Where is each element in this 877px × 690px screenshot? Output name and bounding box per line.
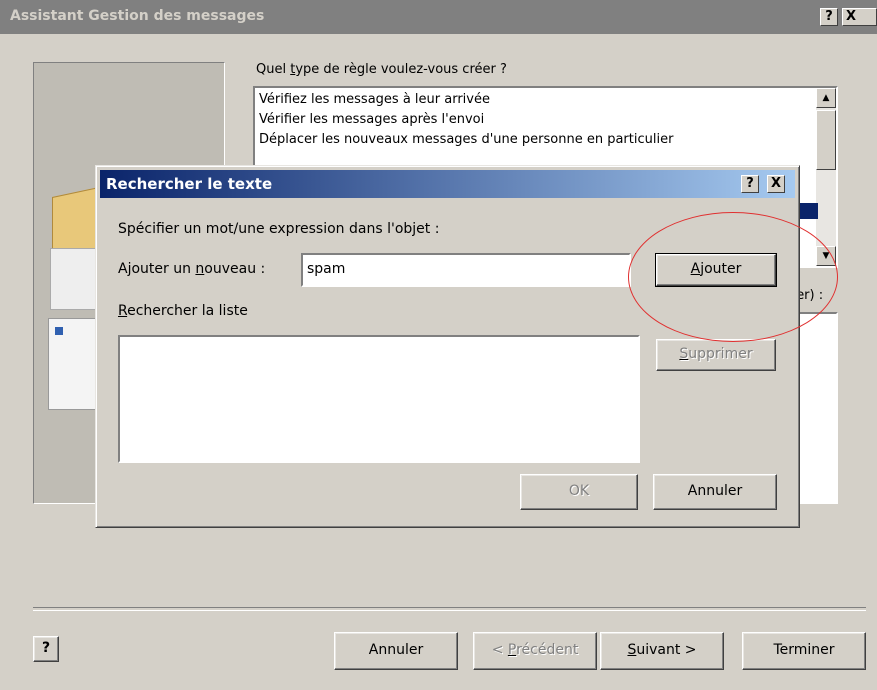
wizard-close-button[interactable]: X bbox=[842, 8, 877, 26]
specify-label: Spécifier un mot/une expression dans l'o… bbox=[118, 221, 440, 237]
scroll-up-icon[interactable]: ▲ bbox=[816, 88, 836, 108]
list-item[interactable]: Déplacer les nouveaux messages d'une per… bbox=[259, 132, 673, 147]
finish-button[interactable]: Terminer bbox=[742, 632, 866, 670]
selected-item-highlight bbox=[800, 203, 818, 219]
separator bbox=[33, 607, 866, 611]
cancel-button[interactable]: Annuler bbox=[334, 632, 458, 670]
highlight-annotation-circle bbox=[628, 212, 838, 342]
add-new-label: Ajouter un nouveau : bbox=[118, 261, 266, 277]
help-icon[interactable]: ? bbox=[33, 636, 59, 662]
dialog-help-button[interactable]: ? bbox=[741, 175, 759, 193]
wizard-help-button[interactable]: ? bbox=[820, 8, 838, 26]
new-term-input[interactable]: spam bbox=[301, 253, 631, 287]
dialog-close-button[interactable]: X bbox=[767, 175, 785, 193]
list-item[interactable]: Vérifier les messages après l'envoi bbox=[259, 112, 484, 127]
dialog-title: Rechercher le texte bbox=[106, 175, 273, 193]
dialog-cancel-button[interactable]: Annuler bbox=[653, 474, 777, 510]
next-button[interactable]: Suivant > bbox=[600, 632, 724, 670]
rule-type-label: Quel type de règle voulez-vous créer ? bbox=[256, 62, 507, 77]
delete-button[interactable]: Supprimer bbox=[656, 339, 776, 371]
ok-button[interactable]: OK bbox=[520, 474, 638, 510]
list-item[interactable]: Vérifiez les messages à leur arrivée bbox=[259, 92, 490, 107]
dialog-title-bar: Rechercher le texte ? X bbox=[100, 170, 795, 198]
previous-button[interactable]: < Précédent bbox=[473, 632, 597, 670]
search-list-label: Rechercher la liste bbox=[118, 303, 248, 319]
scroll-thumb[interactable] bbox=[816, 110, 836, 170]
wizard-title: Assistant Gestion des messages bbox=[10, 8, 265, 24]
search-list-box[interactable] bbox=[118, 335, 640, 463]
